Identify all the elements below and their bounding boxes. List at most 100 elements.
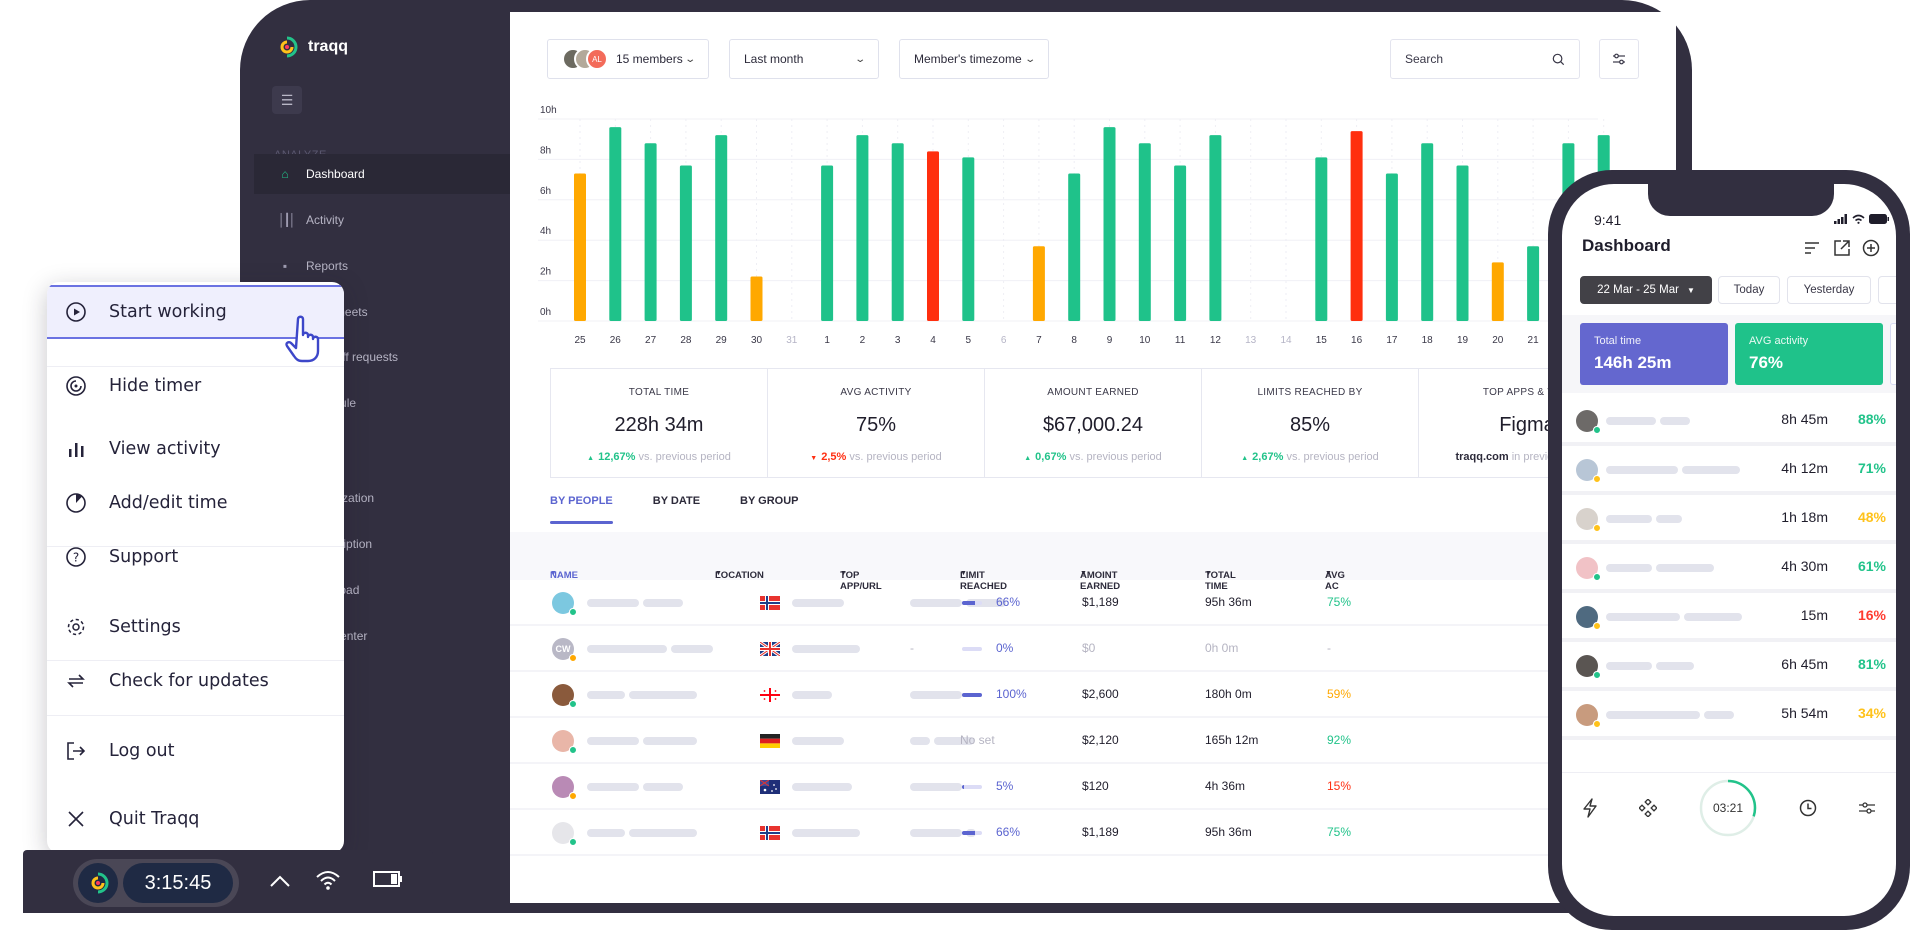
add-circle-icon[interactable] [1862,239,1880,257]
avatar [1576,704,1601,728]
bar-9[interactable] [1103,127,1116,321]
phone-member-row[interactable]: 1h 18m 48% [1562,495,1896,544]
bar-27[interactable] [644,143,657,321]
bar-10[interactable] [1138,143,1151,321]
phone-member-row[interactable]: 8h 45m 88% [1562,397,1896,446]
next-card[interactable] [1890,323,1896,385]
menu-item-view-activity[interactable]: View activity [47,422,344,476]
menu-toggle-button[interactable]: ☰ [272,86,302,114]
date-range-dropdown[interactable]: 22 Mar - 25 Mar ▼ [1580,276,1712,304]
x-tick-label: 21 [1528,335,1540,346]
x-tick-label: 12 [1210,335,1222,346]
apps-icon[interactable] [1639,798,1658,817]
phone-member-activity: 16% [1857,607,1886,623]
sidebar-item-reports[interactable]: ▪ Reports [254,246,510,286]
location-placeholder [792,645,860,653]
bar-11[interactable] [1174,165,1187,321]
chip-more[interactable] [1878,276,1896,304]
bar-12[interactable] [1209,135,1222,321]
phone-member-row[interactable]: 4h 12m 71% [1562,446,1896,495]
chip-yesterday[interactable]: Yesterday [1787,276,1871,304]
phone-member-row[interactable]: 15m 16% [1562,593,1896,642]
status-dot [569,608,577,616]
bar-21[interactable] [1527,246,1540,321]
bar-28[interactable] [679,165,692,321]
avg-activity-card[interactable]: AVG activity 76% [1735,323,1883,385]
stat-change-suffix: vs. previous period [849,451,942,463]
bar-8[interactable] [1068,173,1081,321]
bar-18[interactable] [1421,143,1434,321]
menu-item-hide-timer[interactable]: Hide timer [47,359,344,413]
sidebar-item-activity[interactable]: │┃│ Activity [254,200,510,240]
wifi-icon[interactable] [315,869,341,891]
earned-value: $2,120 [1082,733,1119,747]
phone-member-row[interactable]: 5h 54m 34% [1562,691,1896,740]
table-row[interactable]: No set $2,120 165h 12m 92% [510,718,1676,764]
sliders-icon[interactable] [1858,801,1876,815]
table-row[interactable]: 100% $2,600 180h 0m 59% [510,672,1676,718]
menu-item-quit-traqq[interactable]: Quit Traqq [47,792,344,846]
export-icon[interactable] [1833,239,1851,257]
timezone-dropdown[interactable]: Member's timezome ⌄ [899,39,1049,79]
chip-today[interactable]: Today [1718,276,1780,304]
bar-5[interactable] [962,157,975,321]
bar-15[interactable] [1315,157,1328,321]
bar-16[interactable] [1350,131,1363,321]
phone-member-row[interactable]: 6h 45m 81% [1562,642,1896,691]
traqq-tray-button[interactable] [78,863,118,903]
name-placeholder [587,829,625,837]
card-value: 76% [1749,353,1784,372]
total-time-value: 165h 12m [1205,733,1259,747]
sort-icon[interactable] [1804,241,1820,255]
table-row[interactable]: 5% $120 4h 36m 15% [510,764,1676,810]
app-logo[interactable]: traqq [276,36,348,58]
x-tick-label: 27 [645,335,657,346]
bar-7[interactable] [1032,246,1045,321]
sidebar-item-dashboard[interactable]: ⌂ Dashboard [254,154,510,194]
bar-3[interactable] [891,143,904,321]
members-dropdown[interactable]: AL 15 members ⌄ [547,39,709,79]
lightning-icon[interactable] [1582,797,1598,818]
bar-17[interactable] [1385,173,1398,321]
menu-item-support[interactable]: ? Support [47,530,344,584]
menu-item-log-out[interactable]: Log out [47,724,344,778]
battery-icon[interactable] [373,871,403,887]
table-row[interactable]: 66% $1,189 95h 36m 75% [510,580,1676,626]
table-row[interactable]: CW - 0% $0 0h 0m - [510,626,1676,672]
x-tick-label: 5 [966,335,972,346]
bar-1[interactable] [821,165,834,321]
tab-by-people[interactable]: BY PEOPLE [550,495,613,524]
x-tick-label: 18 [1422,335,1434,346]
filter-button[interactable] [1599,39,1639,79]
period-dropdown[interactable]: Last month ⌄ [729,39,879,79]
bar-chart-icon: │┃│ [278,213,296,227]
stat-card: AMOUNT EARNED $67,000.24 ▲ 0,67% vs. previo… [985,369,1202,477]
tab-by-group[interactable]: BY GROUP [740,495,798,507]
bar-19[interactable] [1456,165,1469,321]
tab-by-date[interactable]: BY DATE [653,495,700,507]
flag-germany-icon [760,734,780,748]
bar-4[interactable] [927,151,939,321]
clock-icon[interactable] [1799,799,1817,817]
bar-29[interactable] [715,135,728,321]
total-time-card[interactable]: Total time 146h 25m [1580,323,1728,385]
menu-item-check-for-updates[interactable]: Check for updates [47,654,344,708]
menu-item-add-edit-time[interactable]: Add/edit time [47,476,344,530]
search-input[interactable]: Search [1390,39,1580,79]
table-row[interactable]: 66% $1,189 95h 36m 75% [510,810,1676,856]
bar-2[interactable] [856,135,869,321]
bar-30[interactable] [750,276,763,321]
card-label: AVG activity [1749,335,1809,347]
phone-timer-button[interactable]: 03:21 [1698,778,1758,838]
chevron-up-icon[interactable] [269,874,291,888]
name-placeholder [629,691,697,699]
y-tick-label: 8h [540,145,551,156]
limit-progress-bar [962,693,982,697]
menu-item-settings[interactable]: Settings [47,600,344,654]
phone-member-row[interactable]: 4h 30m 61% [1562,544,1896,593]
x-tick-label: 19 [1457,335,1469,346]
tray-timer[interactable]: 3:15:45 [123,863,233,903]
bar-26[interactable] [609,127,622,321]
bar-20[interactable] [1491,262,1504,321]
bar-25[interactable] [574,173,586,321]
